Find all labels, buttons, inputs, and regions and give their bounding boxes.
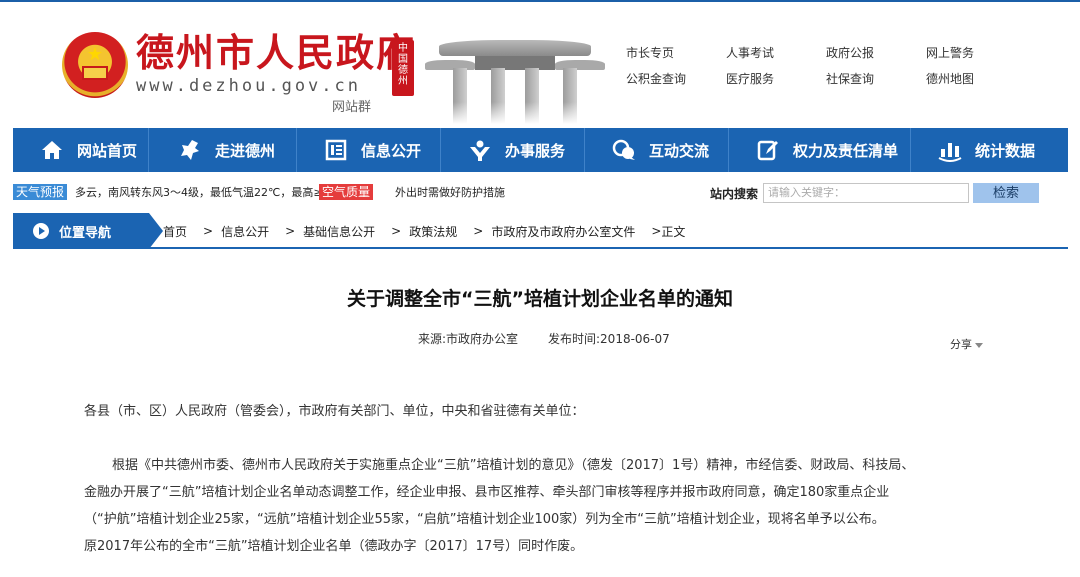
document-icon [323, 137, 349, 163]
breadcrumb-separator: > [473, 224, 484, 238]
quick-link-housing-fund[interactable]: 公积金查询 [626, 72, 726, 86]
breadcrumb-separator: > [391, 224, 402, 238]
arrow-circle-icon [33, 223, 49, 239]
weather-tag[interactable]: 天气预报 [13, 184, 68, 200]
article-source: 来源:市政府办公室 [418, 332, 519, 346]
air-quality-tag[interactable]: 空气质量 [319, 184, 374, 200]
breadcrumb-basic-info[interactable]: 基础信息公开 [303, 223, 375, 240]
nav-item-interaction[interactable]: 互动交流 [585, 128, 729, 172]
archway-banner-image [425, 32, 605, 124]
edit-list-icon [755, 137, 781, 163]
info-bar: 天气预报 多云，南风转东风3～4级，最低气温22℃，最高≥ 空气质量 外出时需做… [13, 180, 1068, 206]
breadcrumb-heading: 位置导航 [13, 213, 163, 249]
article-title: 关于调整全市“三航”培植计划企业名单的通知 [347, 288, 733, 310]
chat-icon [611, 137, 637, 163]
nav-item-statistics[interactable]: 统计数据 [911, 128, 1064, 172]
breadcrumb-separator: > [203, 224, 214, 238]
home-icon [39, 137, 65, 163]
breadcrumb-info-disclosure[interactable]: 信息公开 [221, 223, 269, 240]
article-salutation: 各县（市、区）人民政府（管委会），市政府有关部门、单位，中央和省驻德有关单位： [84, 404, 585, 419]
breadcrumb-list: 首页 > 信息公开 > 基础信息公开 > 政策法规 > 市政府及市政府办公室文件… [163, 213, 685, 249]
map-icon [177, 137, 203, 163]
paragraph-line: 根据《中共德州市委、德州市人民政府关于实施重点企业“三航”培植计划的意见》（德发… [112, 458, 915, 473]
weather-text: 多云，南风转东风3～4级，最低气温22℃，最高≥ [75, 186, 323, 199]
nav-label: 统计数据 [975, 141, 1036, 160]
nav-item-home[interactable]: 网站首页 [13, 128, 149, 172]
air-quality-text: 外出时需做好防护措施 [395, 186, 505, 199]
quick-links: 市长专页 人事考试 政府公报 网上警务 公积金查询 医疗服务 社保查询 德州地图 [626, 46, 1026, 86]
nav-label: 权力及责任清单 [793, 141, 899, 160]
quick-link-medical[interactable]: 医疗服务 [726, 72, 826, 86]
nav-label: 走进德州 [215, 141, 276, 160]
search-button[interactable]: 检索 [973, 183, 1039, 203]
site-name[interactable]: 德州市人民政府 [136, 32, 416, 74]
search-input[interactable] [763, 183, 969, 203]
nav-label: 网站首页 [77, 141, 138, 160]
service-icon [467, 137, 493, 163]
quick-link-personnel-exam[interactable]: 人事考试 [726, 46, 826, 60]
paragraph-line: 金融办开展了“三航”培植计划企业名单动态调整工作，经企业申报、县市区推荐、牵头部… [84, 485, 890, 500]
quick-link-mayor[interactable]: 市长专页 [626, 46, 726, 60]
site-header: ★ 德州市人民政府 中国德州 www.dezhou.gov.cn 网站群 市长专… [0, 2, 1080, 128]
breadcrumb-separator: > [285, 224, 296, 238]
breadcrumb-current: 正文 [661, 224, 686, 239]
paragraph-line: （“护航”培植计划企业25家，“远航”培植计划企业55家，“启航”培植计划企业1… [84, 512, 885, 527]
site-domain: www.dezhou.gov.cn [136, 76, 361, 96]
paragraph-line: 原2017年公布的全市“三航”培植计划企业名单（德政办字〔2017〕17号）同时… [84, 539, 584, 554]
nav-item-info-disclosure[interactable]: 信息公开 [297, 128, 441, 172]
quick-link-social-security[interactable]: 社保查询 [826, 72, 926, 86]
quick-link-gazette[interactable]: 政府公报 [826, 46, 926, 60]
article-date: 发布时间:2018-06-07 [548, 332, 670, 346]
city-seal-logo: 中国德州 [392, 40, 414, 96]
breadcrumb: 位置导航 首页 > 信息公开 > 基础信息公开 > 政策法规 > 市政府及市政府… [13, 213, 1068, 249]
nav-item-about-dezhou[interactable]: 走进德州 [149, 128, 297, 172]
breadcrumb-home[interactable]: 首页 [163, 223, 187, 240]
site-group-label: 网站群 [332, 100, 372, 115]
breadcrumb-gov-documents[interactable]: 市政府及市政府办公室文件 [491, 223, 635, 240]
article-paragraph: 根据《中共德州市委、德州市人民政府关于实施重点企业“三航”培植计划的意见》（德发… [84, 452, 1004, 560]
share-button[interactable]: 分享 [950, 336, 983, 352]
nav-label: 互动交流 [649, 141, 710, 160]
nav-item-services[interactable]: 办事服务 [441, 128, 585, 172]
nav-label: 信息公开 [361, 141, 422, 160]
statistics-icon [937, 137, 963, 163]
national-emblem-icon: ★ [62, 32, 128, 98]
quick-link-map[interactable]: 德州地图 [926, 72, 1026, 86]
search-label: 站内搜索 [710, 187, 759, 201]
breadcrumb-heading-label: 位置导航 [59, 225, 112, 241]
breadcrumb-policy[interactable]: 政策法规 [409, 223, 457, 240]
nav-item-power-list[interactable]: 权力及责任清单 [729, 128, 911, 172]
quick-link-police[interactable]: 网上警务 [926, 46, 1026, 60]
nav-label: 办事服务 [505, 141, 566, 160]
main-nav: 网站首页 走进德州 信息公开 办事服务 互动交流 权力及责任清单 统计数据 [13, 128, 1068, 172]
breadcrumb-separator: > [651, 224, 662, 238]
